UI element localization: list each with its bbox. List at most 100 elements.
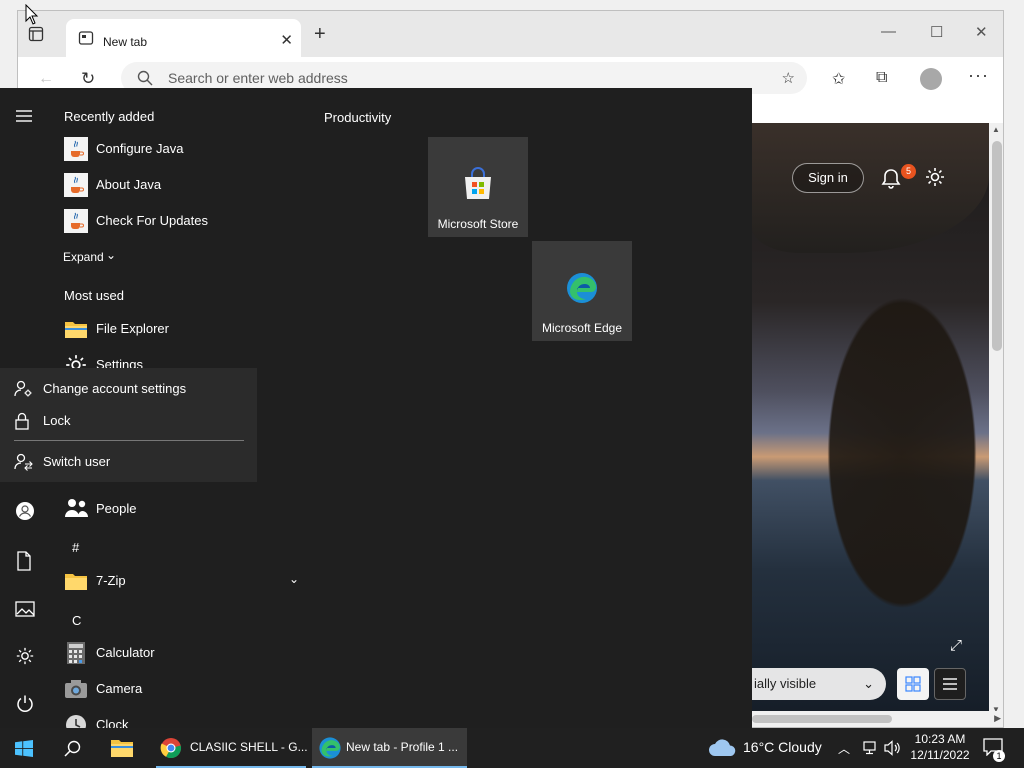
letter-header-c[interactable]: C [72, 613, 81, 628]
person-settings-icon [14, 380, 34, 401]
start-button[interactable] [0, 728, 48, 768]
gear-icon[interactable] [924, 166, 946, 191]
expand-button[interactable]: Expand ⌄ [63, 248, 143, 279]
notification-count-badge: 1 [993, 750, 1005, 762]
clock-icon [64, 713, 88, 728]
app-7-zip[interactable]: 7-Zip ⌄ [64, 569, 304, 599]
refresh-button[interactable]: ↻ [81, 69, 95, 89]
app-label: Check For Updates [96, 213, 208, 228]
change-account-settings-label: Change account settings [43, 381, 187, 396]
divider [14, 440, 244, 441]
hamburger-menu-icon[interactable] [15, 108, 33, 127]
profile-avatar[interactable] [920, 68, 942, 90]
bell-icon[interactable] [880, 167, 902, 192]
app-camera[interactable]: Camera [64, 677, 304, 707]
app-configure-java[interactable]: Configure Java [64, 137, 304, 167]
folder-icon [64, 569, 88, 593]
expand-icon[interactable]: ⤢ [950, 637, 962, 654]
tile-label: Microsoft Edge [541, 321, 623, 335]
close-window-button[interactable]: ✕ [975, 23, 988, 41]
weather-text: 16°C Cloudy [743, 739, 822, 755]
switch-user-icon [14, 453, 34, 474]
scroll-up-icon[interactable]: ▲ [992, 125, 1000, 134]
taskbar-edge[interactable]: New tab - Profile 1 ... [312, 728, 467, 768]
tab-new-tab[interactable]: New tab ✕ [66, 19, 301, 57]
list-view-button[interactable] [934, 668, 966, 700]
h-scroll-thumb[interactable] [752, 715, 892, 723]
sign-in-button[interactable]: Sign in [792, 163, 864, 193]
switch-user-item[interactable]: Switch user [0, 447, 257, 477]
java-icon [64, 137, 88, 161]
lock-item[interactable]: Lock [0, 406, 257, 436]
address-placeholder: Search or enter web address [168, 70, 348, 86]
letter-header-hash[interactable]: # [72, 540, 79, 555]
close-tab-icon[interactable]: ✕ [280, 31, 293, 49]
horizontal-scrollbar[interactable]: ▶ [752, 711, 1003, 727]
minimize-button[interactable]: — [881, 23, 896, 40]
taskbar-search-button[interactable] [48, 728, 96, 768]
network-icon[interactable] [862, 740, 880, 759]
new-tab-button[interactable]: + [314, 23, 326, 46]
show-hidden-icons-chevron[interactable]: ︿ [838, 740, 850, 757]
more-options-icon[interactable]: ··· [968, 65, 989, 86]
tab-strip: New tab ✕ + — ☐ ✕ [18, 11, 1003, 57]
new-tab-icon [78, 30, 94, 49]
taskbar-chrome-label: CLASIIC SHELL - G... [190, 740, 308, 754]
clock-date: 12/11/2022 [910, 748, 970, 762]
ntp-bottom-bar: ially visible ⌄ [752, 668, 989, 702]
app-about-java[interactable]: About Java [64, 173, 304, 203]
app-file-explorer[interactable]: File Explorer [64, 317, 304, 347]
account-flyout: Change account settings Lock Switch user [0, 368, 257, 482]
lock-label: Lock [43, 413, 71, 428]
productivity-heading: Productivity [324, 110, 392, 125]
taskbar-edge-label: New tab - Profile 1 ... [346, 740, 459, 754]
user-account-icon[interactable] [15, 501, 35, 524]
app-calculator[interactable]: Calculator [64, 641, 304, 671]
java-icon [64, 209, 88, 233]
app-check-for-updates[interactable]: Check For Updates [64, 209, 304, 239]
folder-icon [64, 317, 88, 341]
collections-icon[interactable]: ⧉ [876, 69, 887, 87]
app-label: About Java [96, 177, 162, 192]
back-button[interactable]: ← [38, 70, 54, 88]
folder-icon [111, 740, 133, 757]
scroll-thumb[interactable] [992, 141, 1002, 351]
grid-view-button[interactable] [897, 668, 929, 700]
app-clock[interactable]: Clock [64, 713, 304, 728]
change-account-settings-item[interactable]: Change account settings [0, 374, 257, 404]
favorites-icon[interactable]: ✩ [832, 69, 845, 89]
taskbar-chrome[interactable]: CLASIIC SHELL - G... [156, 728, 308, 768]
tile-microsoft-edge[interactable]: Microsoft Edge [532, 241, 632, 341]
visibility-dropdown[interactable]: ially visible ⌄ [752, 668, 886, 700]
tile-microsoft-store[interactable]: Microsoft Store [428, 137, 528, 237]
documents-icon[interactable] [15, 551, 33, 574]
search-icon [137, 70, 153, 89]
people-icon [64, 497, 88, 521]
start-menu: Recently added Configure Java About Java… [0, 88, 752, 728]
chevron-down-icon[interactable]: ⌄ [289, 572, 299, 586]
volume-icon[interactable] [884, 740, 902, 759]
taskbar-file-explorer[interactable] [98, 728, 146, 768]
tab-actions-icon[interactable] [28, 26, 48, 44]
scroll-right-icon[interactable]: ▶ [994, 713, 1001, 724]
store-icon [461, 167, 495, 204]
windows-logo-icon [15, 740, 33, 757]
app-label: File Explorer [96, 321, 169, 336]
vertical-scrollbar[interactable]: ▲ ▼ [989, 123, 1003, 719]
camera-icon [64, 677, 88, 701]
power-icon[interactable] [15, 694, 35, 717]
pictures-icon[interactable] [15, 600, 35, 621]
add-favorite-icon[interactable]: ☆ [782, 69, 795, 87]
switch-user-label: Switch user [43, 454, 111, 469]
rock-overhang [752, 123, 989, 253]
app-people[interactable]: People [64, 497, 304, 527]
action-center-button[interactable]: 1 [983, 738, 1005, 762]
edge-icon [565, 271, 599, 308]
app-label: Configure Java [96, 141, 184, 156]
clock[interactable]: 10:23 AM 12/11/2022 [910, 731, 970, 763]
maximize-button[interactable]: ☐ [930, 23, 943, 41]
cloud-icon [709, 739, 736, 756]
search-icon [64, 740, 81, 757]
java-icon [64, 173, 88, 197]
settings-icon[interactable] [15, 646, 35, 669]
